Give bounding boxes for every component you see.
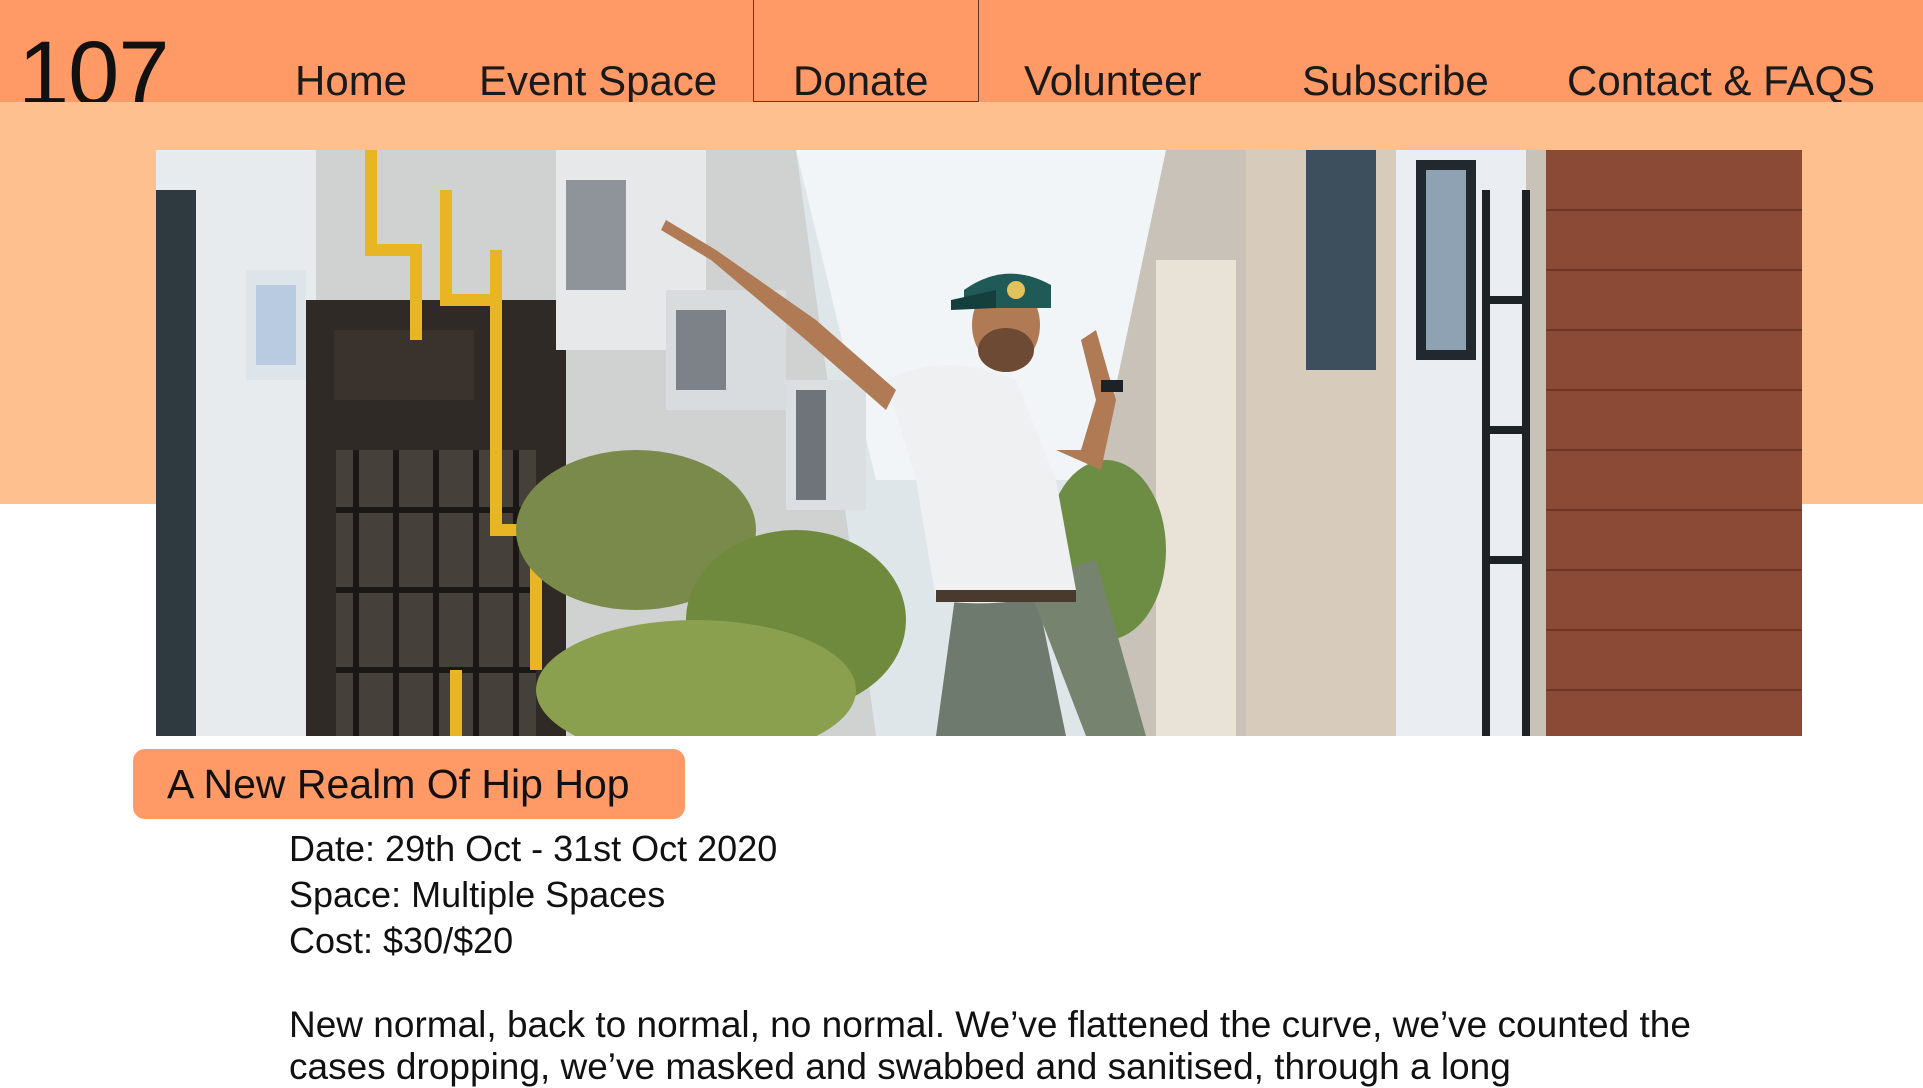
event-date: Date: 29th Oct - 31st Oct 2020 [289, 828, 778, 869]
site-logo[interactable]: 107 [18, 28, 169, 102]
top-navbar: 107 Home Event Space Donate Volunteer Su… [0, 0, 1923, 102]
hero-image [156, 150, 1802, 736]
street-dancer-illustration [156, 150, 1802, 736]
nav-item-home[interactable]: Home [295, 60, 407, 102]
nav-item-subscribe[interactable]: Subscribe [1302, 60, 1489, 102]
event-description: New normal, back to normal, no normal. W… [289, 1004, 1691, 1087]
event-cost: Cost: $30/$20 [289, 920, 514, 961]
event-title: A New Realm Of Hip Hop [167, 761, 630, 807]
nav-item-event-space[interactable]: Event Space [479, 60, 717, 102]
event-details: Date: 29th Oct - 31st Oct 2020 Space: Mu… [289, 826, 777, 964]
event-title-badge: A New Realm Of Hip Hop [133, 749, 685, 819]
nav-item-donate[interactable]: Donate [793, 60, 928, 102]
nav-item-volunteer[interactable]: Volunteer [1024, 60, 1201, 102]
event-space: Space: Multiple Spaces [289, 874, 666, 915]
nav-item-contact-faqs[interactable]: Contact & FAQS [1567, 60, 1875, 102]
